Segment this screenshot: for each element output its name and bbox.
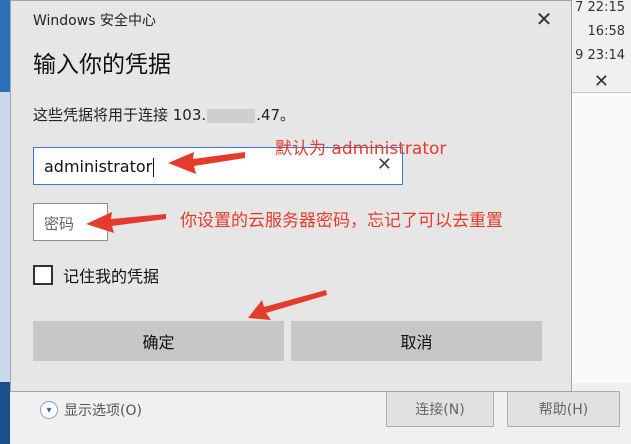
background-close-icon[interactable]: ✕ bbox=[594, 71, 609, 92]
show-options-label: 显示选项(O) bbox=[64, 403, 142, 419]
desktop-strip-light bbox=[0, 92, 10, 382]
password-placeholder: 密码 bbox=[44, 215, 75, 233]
show-options-toggle[interactable]: ▾ 显示选项(O) bbox=[40, 400, 142, 420]
background-panel bbox=[572, 93, 631, 383]
username-value: administrator bbox=[44, 157, 155, 177]
description-prefix: 这些凭据将用于连接 103. bbox=[33, 106, 207, 124]
username-text: administrator bbox=[44, 157, 153, 176]
help-button[interactable]: 帮助(H) bbox=[507, 391, 620, 427]
description-suffix: .47。 bbox=[256, 106, 296, 124]
cancel-button[interactable]: 取消 bbox=[291, 321, 542, 361]
desktop-strip-dark bbox=[0, 382, 10, 444]
credential-dialog: Windows 安全中心 ✕ 输入你的凭据 这些凭据将用于连接 103. .47。… bbox=[10, 0, 572, 392]
remember-credentials[interactable]: 记住我的凭据 bbox=[33, 263, 159, 287]
masked-ip bbox=[207, 108, 256, 123]
dialog-title: Windows 安全中心 bbox=[33, 13, 156, 29]
ok-button[interactable]: 确定 bbox=[33, 321, 284, 361]
text-caret bbox=[153, 158, 155, 177]
connection-description: 这些凭据将用于连接 103. .47。 bbox=[33, 104, 295, 125]
dialog-heading: 输入你的凭据 bbox=[33, 52, 171, 78]
connect-button[interactable]: 连接(N) bbox=[386, 391, 494, 427]
chevron-down-icon: ▾ bbox=[40, 401, 58, 419]
username-annotation: 默认为 administrator bbox=[275, 139, 447, 159]
remember-checkbox[interactable] bbox=[33, 265, 53, 285]
password-annotation: 你设置的云服务器密码，忘记了可以去重置 bbox=[180, 211, 503, 231]
close-icon[interactable]: ✕ bbox=[533, 8, 555, 30]
remember-label: 记住我的凭据 bbox=[63, 267, 160, 286]
password-field[interactable]: 密码 bbox=[33, 203, 108, 241]
